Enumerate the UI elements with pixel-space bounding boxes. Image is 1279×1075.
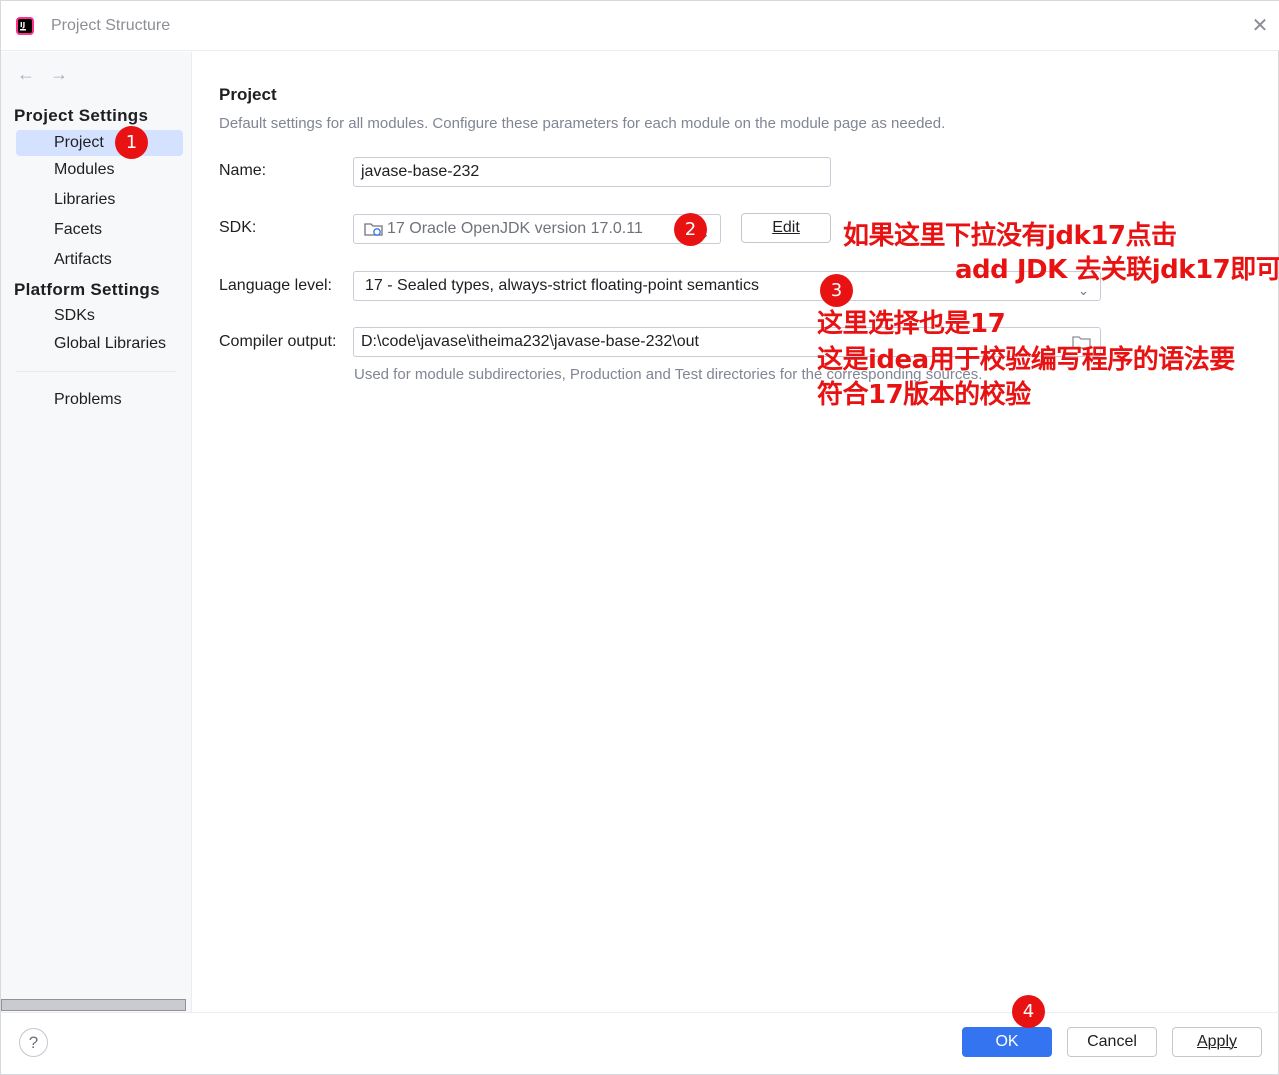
annotation-sdk-line-1: 如果这里下拉没有jdk17点击 [843, 221, 1177, 251]
apply-button[interactable]: Apply [1172, 1027, 1262, 1057]
back-arrow-icon[interactable]: ← [17, 64, 35, 85]
cancel-button[interactable]: Cancel [1067, 1027, 1157, 1057]
name-field[interactable]: javase-base-232 [353, 157, 831, 187]
sdk-label: SDK: [219, 219, 257, 236]
sidebar: ← → Project Settings Project Modules Lib… [1, 52, 192, 1012]
close-icon[interactable]: ✕ [1249, 15, 1271, 37]
window-title: Project Structure [51, 17, 171, 34]
forward-arrow-icon[interactable]: → [50, 64, 68, 85]
annotation-lang-line-2: 这是idea用于校验编写程序的语法要 [817, 345, 1235, 375]
sidebar-item-sdks[interactable]: SDKs [16, 303, 183, 329]
sidebar-divider [16, 371, 176, 372]
annotation-badge-1: 1 [115, 126, 148, 159]
sidebar-horizontal-scrollbar[interactable] [1, 999, 186, 1011]
name-label: Name: [219, 162, 267, 179]
compiler-output-label: Compiler output: [219, 333, 337, 350]
annotation-lang-line-1: 这里选择也是17 [817, 309, 1006, 339]
annotation-badge-3: 3 [820, 274, 853, 307]
sidebar-item-project[interactable]: Project [16, 130, 183, 156]
sdk-combobox[interactable]: 17 Oracle OpenJDK version 17.0.11 ⌄ [353, 214, 721, 244]
edit-button-label: Edit [772, 219, 800, 236]
annotation-badge-2: 2 [674, 213, 707, 246]
edit-sdk-button[interactable]: Edit [741, 213, 831, 243]
language-level-value: 17 - Sealed types, always-strict floatin… [365, 277, 759, 294]
sidebar-item-artifacts[interactable]: Artifacts [16, 247, 183, 273]
sdk-folder-icon [364, 223, 383, 236]
sidebar-item-global-libraries[interactable]: Global Libraries [16, 331, 183, 357]
annotation-sdk-line-2: add JDK 去关联jdk17即可 [955, 255, 1279, 285]
sidebar-item-libraries[interactable]: Libraries [16, 187, 183, 213]
project-structure-dialog: IJ Project Structure ✕ ← → Project Setti… [0, 0, 1279, 1075]
sidebar-item-facets[interactable]: Facets [16, 217, 183, 243]
compiler-output-value: D:\code\javase\itheima232\javase-base-23… [361, 333, 699, 350]
apply-button-label: Apply [1196, 1033, 1238, 1050]
svg-text:IJ: IJ [20, 21, 25, 29]
page-description: Default settings for all modules. Config… [219, 115, 946, 132]
page-title: Project [219, 85, 277, 104]
language-level-label: Language level: [219, 277, 332, 294]
sidebar-item-modules[interactable]: Modules [16, 157, 183, 183]
sdk-value: 17 Oracle OpenJDK version 17.0.11 [387, 220, 643, 237]
title-bar: IJ Project Structure ✕ [1, 1, 1279, 51]
annotation-lang-line-3: 符合17版本的校验 [817, 380, 1031, 410]
project-settings-heading: Project Settings [14, 106, 149, 125]
ok-button[interactable]: OK [962, 1027, 1052, 1057]
annotation-badge-4: 4 [1012, 995, 1045, 1028]
intellij-idea-icon: IJ [16, 17, 34, 35]
help-icon[interactable]: ? [19, 1028, 48, 1057]
footer-divider [1, 1012, 1279, 1013]
platform-settings-heading: Platform Settings [14, 280, 160, 299]
sidebar-item-problems[interactable]: Problems [16, 387, 183, 413]
